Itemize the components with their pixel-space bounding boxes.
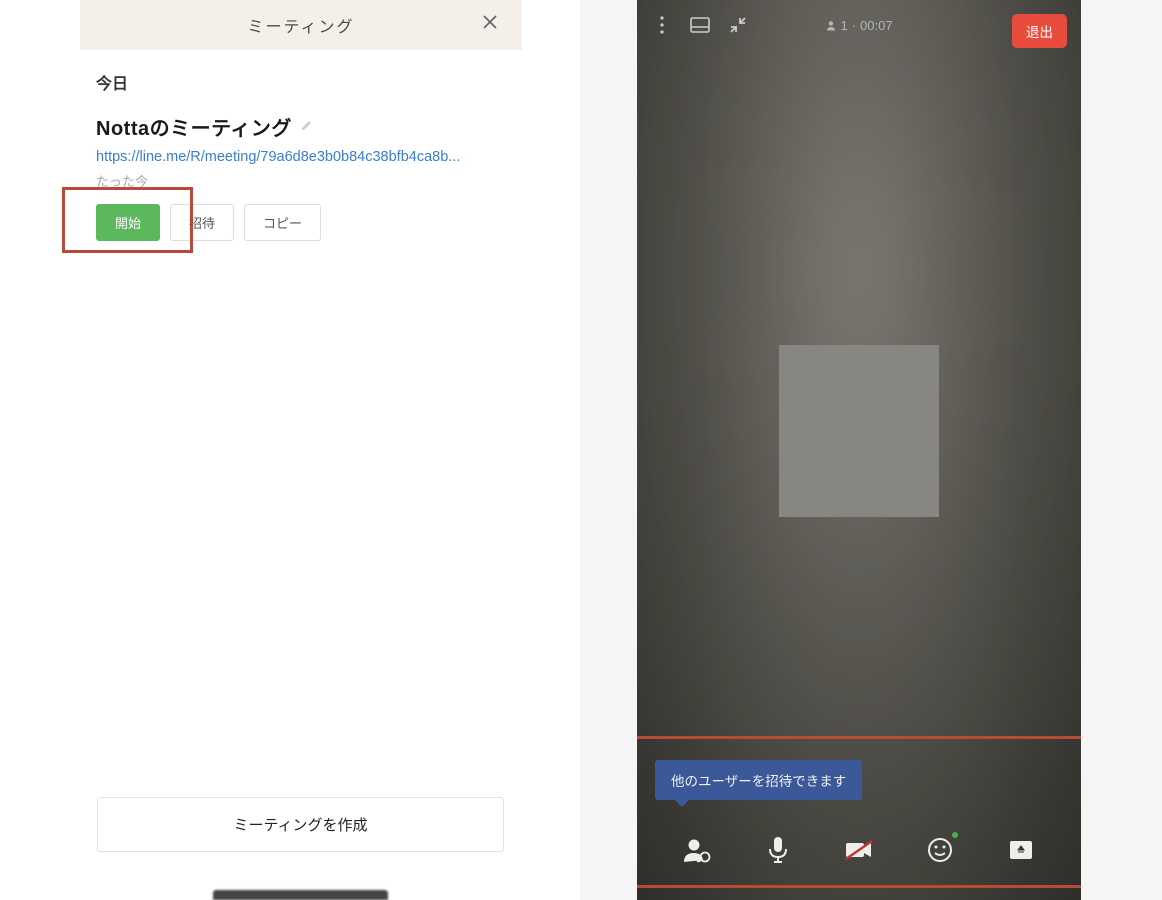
bottom-controls (637, 834, 1081, 866)
more-icon[interactable] (651, 14, 673, 36)
date-label: 今日 (96, 70, 506, 94)
timestamp: たった今 (96, 171, 506, 190)
button-row: 開始 招待 コピー (96, 204, 506, 241)
participant-count: 1 (840, 18, 847, 33)
video-avatar-placeholder (779, 345, 939, 517)
screen-share-icon[interactable] (1005, 834, 1037, 866)
microphone-icon[interactable] (762, 834, 794, 866)
minimize-icon[interactable] (727, 14, 749, 36)
meeting-title-row: Nottaのミーティング (96, 112, 506, 141)
invite-tooltip: 他のユーザーを招待できます (655, 760, 862, 800)
participants-info: 1 · 00:07 (825, 18, 892, 33)
header-title: ミーティング (247, 13, 354, 37)
video-call-panel: 1 · 00:07 退出 他のユーザーを招待できます (637, 0, 1081, 900)
close-icon[interactable] (480, 12, 500, 38)
copy-button[interactable]: コピー (244, 204, 321, 241)
bottom-bar (213, 890, 388, 900)
exit-button[interactable]: 退出 (1012, 14, 1067, 48)
content-area: 今日 Nottaのミーティング https://line.me/R/meetin… (80, 50, 522, 241)
invite-button[interactable]: 招待 (170, 204, 234, 241)
top-bar: 1 · 00:07 退出 (637, 0, 1081, 50)
layout-icon[interactable] (689, 14, 711, 36)
edit-icon[interactable] (300, 118, 314, 136)
call-duration: 00:07 (860, 18, 893, 33)
left-header: ミーティング (80, 0, 522, 50)
meeting-link[interactable]: https://line.me/R/meeting/79a6d8e3b0b84c… (96, 149, 476, 165)
create-meeting-button[interactable]: ミーティングを作成 (97, 797, 504, 852)
invite-user-icon[interactable] (681, 834, 713, 866)
meeting-list-panel: ミーティング 今日 Nottaのミーティング https://line.me/R… (0, 0, 580, 900)
camera-off-icon[interactable] (843, 834, 875, 866)
meeting-title: Nottaのミーティング (96, 112, 292, 141)
effects-icon[interactable] (924, 834, 956, 866)
effects-active-dot (952, 832, 958, 838)
start-button[interactable]: 開始 (96, 204, 160, 241)
